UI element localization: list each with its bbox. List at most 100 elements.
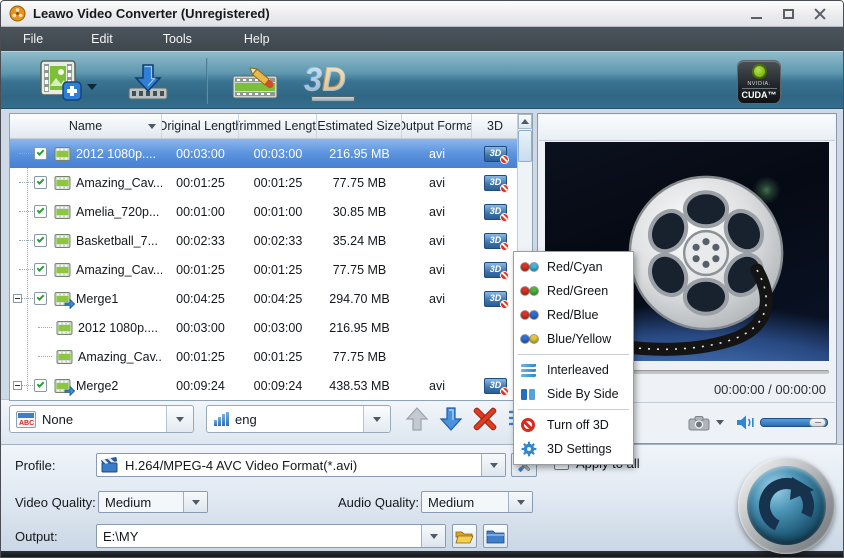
column-header-output-format[interactable]: Output Format — [402, 114, 472, 138]
menu-separator — [518, 409, 629, 410]
menu-item-red-cyan[interactable]: Red/Cyan — [514, 255, 633, 279]
nvidia-cuda-badge: NVIDIA. CUDA™ — [737, 60, 781, 104]
open-output-folder-button[interactable] — [483, 524, 508, 548]
column-header-trimmed-length[interactable]: Trimmed Length — [239, 114, 317, 138]
snapshot-camera-icon[interactable] — [688, 415, 710, 431]
collapse-expander[interactable] — [13, 381, 22, 390]
menu-item-edit[interactable]: Edit — [79, 28, 125, 50]
row-checkbox[interactable] — [34, 263, 47, 276]
3d-toggle-icon[interactable]: 3D — [484, 175, 507, 191]
add-video-dropdown-caret[interactable] — [87, 84, 97, 90]
add-video-button[interactable] — [37, 60, 83, 107]
volume-thumb[interactable] — [809, 418, 826, 427]
audio-quality-select[interactable]: Medium — [421, 491, 533, 513]
row-checkbox[interactable] — [34, 205, 47, 218]
toolbar: 3D NVIDIA. CUDA™ — [1, 51, 843, 109]
table-row[interactable]: Amelia_720p...00:01:0000:01:0030.85 MBav… — [10, 197, 532, 226]
window-bottom-edge — [1, 551, 843, 557]
table-row[interactable]: Basketball_7...00:02:3300:02:3335.24 MBa… — [10, 226, 532, 255]
table-row[interactable]: Merge200:09:2400:09:24438.53 MBavi3D — [10, 371, 532, 400]
maximize-button[interactable] — [779, 6, 797, 22]
scroll-thumb[interactable] — [518, 130, 532, 162]
3d-toggle-icon[interactable]: 3D — [484, 146, 507, 162]
convert-button[interactable] — [738, 457, 835, 554]
check-icon — [37, 177, 45, 185]
row-checkbox[interactable] — [34, 147, 47, 160]
3d-toggle-icon[interactable]: 3D — [484, 262, 507, 278]
profile-value: H.264/MPEG-4 AVC Video Format(*.avi) — [125, 458, 481, 473]
audio-dropdown-button[interactable] — [363, 406, 390, 432]
row-checkbox[interactable] — [34, 292, 47, 305]
subtitle-dropdown-button[interactable] — [166, 406, 193, 432]
download-video-button[interactable] — [123, 62, 173, 107]
cell-size: 77.75 MB — [317, 168, 402, 197]
cell-format — [402, 313, 472, 342]
menu-separator — [518, 354, 629, 355]
move-up-button[interactable] — [405, 406, 429, 432]
cell-size: 438.53 MB — [317, 371, 402, 400]
video-quality-dropdown-button[interactable] — [183, 492, 207, 512]
subtitle-select[interactable]: ABC None — [9, 405, 194, 433]
row-checkbox[interactable] — [34, 234, 47, 247]
row-checkbox[interactable] — [34, 379, 47, 392]
output-dropdown-button[interactable] — [421, 525, 445, 547]
profile-select[interactable]: H.264/MPEG-4 AVC Video Format(*.avi) — [96, 453, 506, 477]
audio-track-icon — [214, 412, 229, 426]
column-header-original-length[interactable]: Original Length — [162, 114, 239, 138]
menu-item-tools[interactable]: Tools — [151, 28, 204, 50]
cell-size: 30.85 MB — [317, 197, 402, 226]
3d-toggle-icon[interactable]: 3D — [484, 204, 507, 220]
table-row[interactable]: 2012 1080p....00:03:0000:03:00216.95 MB — [10, 313, 532, 342]
file-name: Merge2 — [76, 379, 118, 393]
cell-size: 216.95 MB — [317, 139, 402, 168]
profile-dropdown-button[interactable] — [481, 454, 505, 476]
scroll-up-button[interactable] — [518, 114, 532, 129]
menu-item-3d-settings[interactable]: 3D Settings — [514, 437, 633, 461]
table-row[interactable]: 2012 1080p....00:03:0000:03:00216.95 MBa… — [10, 139, 532, 168]
3d-toggle-icon[interactable]: 3D — [484, 291, 507, 307]
menu-item-red-blue[interactable]: Red/Blue — [514, 303, 633, 327]
cell-size: 77.75 MB — [317, 342, 402, 371]
chevron-down-icon — [192, 500, 200, 505]
menu-item-blue-yellow[interactable]: Blue/Yellow — [514, 327, 633, 351]
move-down-button[interactable] — [439, 406, 463, 432]
audio-quality-dropdown-button[interactable] — [508, 492, 532, 512]
table-row[interactable]: Amazing_Cav...00:01:2500:01:2577.75 MBav… — [10, 168, 532, 197]
file-list-panel: NameOriginal LengthTrimmed LengthEstimat… — [9, 113, 533, 401]
chevron-down-icon — [373, 417, 381, 422]
3d-toggle-icon[interactable]: 3D — [484, 233, 507, 249]
collapse-expander[interactable] — [13, 294, 22, 303]
menu-item-red-green[interactable]: Red/Green — [514, 279, 633, 303]
snapshot-dropdown-caret[interactable] — [716, 420, 724, 425]
file-name: Merge1 — [76, 292, 118, 306]
column-header-name[interactable]: Name — [10, 114, 162, 138]
3d-movie-button[interactable]: 3D — [303, 60, 359, 102]
audio-track-select[interactable]: eng — [206, 405, 391, 433]
audio-quality-label: Audio Quality: — [338, 495, 419, 510]
menu-item-help[interactable]: Help — [232, 28, 282, 50]
remove-button[interactable] — [473, 407, 497, 431]
add-video-icon — [37, 60, 83, 102]
column-header-estimated-size[interactable]: Estimated Size — [317, 114, 402, 138]
menu-item-label: Red/Cyan — [547, 260, 603, 274]
3d-toggle-icon[interactable]: 3D — [484, 378, 507, 394]
menu-item-interleaved[interactable]: Interleaved — [514, 358, 633, 382]
close-button[interactable] — [811, 6, 829, 22]
menu-item-file[interactable]: File — [11, 28, 55, 50]
column-header-3d[interactable]: 3D — [472, 114, 519, 138]
table-row[interactable]: Merge100:04:2500:04:25294.70 MBavi3D — [10, 284, 532, 313]
output-path-combobox[interactable]: E:\MY — [96, 524, 446, 548]
browse-output-button[interactable] — [452, 524, 477, 548]
edit-video-button[interactable] — [229, 62, 281, 107]
volume-slider[interactable] — [760, 418, 828, 427]
video-quality-select[interactable]: Medium — [98, 491, 208, 513]
chevron-down-icon — [430, 534, 438, 539]
menu-item-side-by-side[interactable]: Side By Side — [514, 382, 633, 406]
table-row[interactable]: Amazing_Cav...00:01:2500:01:2577.75 MB — [10, 342, 532, 371]
row-checkbox[interactable] — [34, 176, 47, 189]
volume-speaker-icon[interactable] — [736, 414, 756, 431]
table-row[interactable]: Amazing_Cav...00:01:2500:01:2577.75 MBav… — [10, 255, 532, 284]
minimize-button[interactable] — [747, 6, 765, 22]
cell-3d: 3D — [472, 197, 519, 226]
menu-item-turn-off-3d[interactable]: Turn off 3D — [514, 413, 633, 437]
